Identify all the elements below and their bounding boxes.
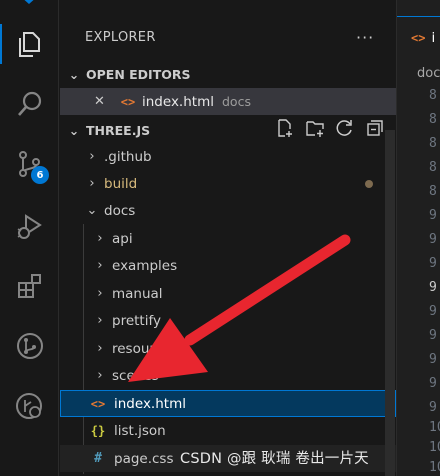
explorer-toolbar	[275, 118, 385, 138]
line-number: 10	[429, 460, 440, 475]
tree-label: docs	[104, 202, 136, 219]
run-debug-icon[interactable]	[0, 198, 59, 254]
chevron-right-icon: ›	[97, 231, 103, 246]
open-editors-header[interactable]: ⌄ OPEN EDITORS	[60, 60, 396, 88]
line-number: 8	[429, 136, 437, 151]
chevron-right-icon: ›	[89, 149, 95, 164]
tree-folder-resources[interactable]: › resour	[60, 335, 396, 362]
tree-label: manual	[112, 285, 163, 302]
open-editor-name: index.html	[142, 93, 214, 110]
collapse-all-icon[interactable]	[365, 118, 385, 138]
json-file-icon: {}	[90, 423, 106, 438]
line-number: 9	[429, 256, 437, 271]
line-number: 8	[429, 88, 437, 103]
vscode-logo-icon	[24, 0, 34, 4]
html-file-icon: <>	[120, 94, 136, 109]
new-file-icon[interactable]	[275, 118, 295, 138]
chevron-right-icon: ›	[97, 341, 103, 356]
search-icon[interactable]	[0, 76, 59, 132]
tree-folder-examples[interactable]: › examples	[60, 252, 396, 279]
tree-folder-prettify[interactable]: › prettify	[60, 307, 396, 334]
line-number: 9	[429, 328, 437, 343]
chevron-right-icon: ›	[97, 286, 103, 301]
tree-label: prettify	[112, 312, 161, 329]
chevron-right-icon: ›	[97, 258, 103, 273]
line-number: 9	[429, 304, 437, 319]
tab-label: i	[431, 29, 436, 46]
line-number: 9	[429, 400, 437, 415]
tree-label: api	[112, 230, 133, 247]
line-number: 8	[429, 184, 437, 199]
tree-folder-api[interactable]: › api	[60, 225, 396, 252]
modified-dot	[365, 180, 373, 188]
css-file-icon: #	[94, 451, 102, 466]
tree-label: page.css	[114, 450, 174, 467]
chevron-right-icon: ›	[97, 368, 103, 383]
line-number: 8	[429, 160, 437, 175]
git-graph-icon[interactable]	[0, 318, 59, 374]
tree-label: index.html	[114, 395, 186, 412]
new-folder-icon[interactable]	[305, 118, 325, 138]
watermark: CSDN @跟 耿瑞 卷出一片天	[180, 451, 369, 467]
open-editors-label: OPEN EDITORS	[86, 66, 191, 82]
line-number: 9	[429, 352, 437, 367]
chevron-down-icon: ⌄	[68, 122, 80, 138]
tree-file-list-json[interactable]: {} list.json	[60, 417, 396, 444]
tree-label: examples	[112, 257, 178, 274]
chevron-down-icon: ⌄	[68, 66, 80, 82]
tree-folder-github[interactable]: › .github	[60, 143, 396, 170]
tree-label: list.json	[114, 422, 166, 439]
tree-folder-docs[interactable]: ⌄ docs	[60, 197, 396, 224]
line-number: 9	[429, 208, 437, 223]
tree-file-index-html[interactable]: <> index.html	[60, 390, 396, 417]
line-number: 10	[429, 440, 440, 455]
extensions-icon[interactable]	[0, 258, 59, 314]
line-number: 8	[429, 112, 437, 127]
chevron-right-icon: ›	[89, 176, 95, 191]
editor-area: <> i doc 8 8 8 8 8 9 9 9 9 9 9 9 9 9 10 …	[396, 0, 440, 476]
tree-folder-scenes[interactable]: › scenes	[60, 362, 396, 389]
tree-label: resour	[112, 340, 155, 357]
tree-label: .github	[104, 148, 152, 165]
tree-label: build	[104, 175, 138, 192]
line-number: 10	[429, 420, 440, 435]
open-editor-item[interactable]: ✕ <> index.html docs	[60, 88, 396, 115]
open-editor-folder: docs	[221, 94, 251, 109]
editor-tab[interactable]: <> i	[397, 16, 440, 58]
scm-badge: 6	[31, 166, 49, 184]
project-label: THREE.JS	[86, 122, 151, 138]
explorer-icon[interactable]	[0, 16, 59, 72]
html-file-icon: <>	[90, 396, 106, 411]
explorer-sidebar: EXPLORER ··· ⌄ OPEN EDITORS ✕ <> index.h…	[60, 0, 396, 476]
source-control-icon[interactable]	[0, 136, 59, 192]
line-number: 9	[429, 376, 437, 391]
tree-folder-manual[interactable]: › manual	[60, 280, 396, 307]
line-number: 9	[429, 280, 437, 295]
breadcrumb: doc	[417, 66, 440, 81]
remote-explorer-icon[interactable]	[0, 378, 59, 434]
line-number: 9	[429, 232, 437, 247]
tree-label: scenes	[112, 367, 159, 384]
scrollbar[interactable]	[385, 130, 395, 476]
more-actions-button[interactable]: ···	[356, 28, 374, 47]
tree-folder-build[interactable]: › build	[60, 170, 396, 197]
html-file-icon: <>	[411, 30, 426, 45]
chevron-right-icon: ›	[97, 313, 103, 328]
explorer-title: EXPLORER	[85, 30, 156, 45]
chevron-down-icon: ⌄	[86, 203, 98, 218]
activity-bar: 6	[0, 0, 59, 476]
close-icon[interactable]: ✕	[94, 94, 118, 109]
refresh-icon[interactable]	[335, 118, 355, 138]
